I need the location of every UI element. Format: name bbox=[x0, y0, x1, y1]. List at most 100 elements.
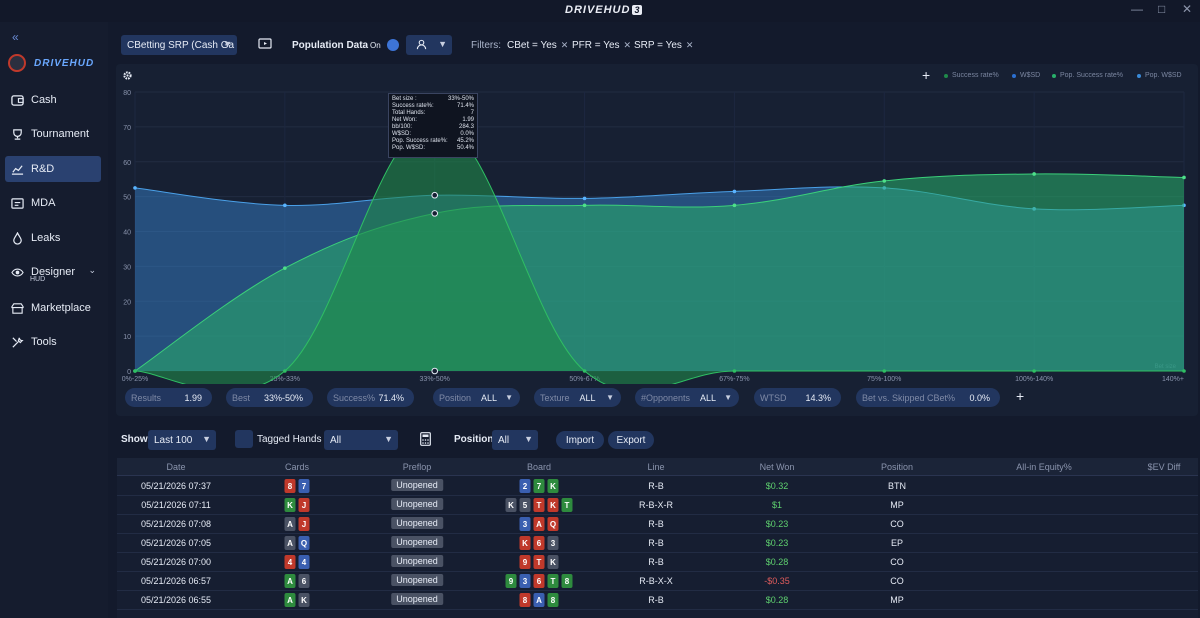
column-header[interactable]: Position bbox=[881, 462, 913, 472]
table-row[interactable]: 05/21/2026 07:00 4 4 Unopened 9 T K R-B $0.28 CO bbox=[117, 553, 1198, 572]
column-header[interactable]: Line bbox=[647, 462, 664, 472]
column-header[interactable]: Cards bbox=[285, 462, 309, 472]
filter-chip[interactable]: CBet = Yes ✕ bbox=[507, 40, 568, 51]
sidebar-item-tournament[interactable]: Tournament bbox=[5, 121, 101, 147]
preflop-badge: Unopened bbox=[391, 517, 443, 529]
card: A bbox=[284, 574, 296, 588]
hover-marker bbox=[431, 210, 439, 217]
logo-icon bbox=[8, 54, 26, 72]
net-won-cell: $0.23 bbox=[765, 538, 789, 548]
filter-chip[interactable]: PFR = Yes ✕ bbox=[572, 40, 631, 51]
hole-cards: KJ bbox=[284, 498, 310, 512]
user-icon bbox=[416, 39, 427, 50]
maximize-icon[interactable]: □ bbox=[1158, 2, 1165, 16]
data-point bbox=[582, 369, 587, 373]
line-cell: R-B bbox=[648, 557, 664, 567]
position-select[interactable]: All ▼ bbox=[492, 430, 538, 450]
tooltip-label: Bet size : bbox=[392, 96, 417, 102]
table-row[interactable]: 05/21/2026 06:57 A 6 Unopened 9 3 6 T 8 R-B-X-X -$… bbox=[117, 572, 1198, 591]
card: K bbox=[505, 498, 517, 512]
tooltip-label: Success rate%: bbox=[392, 103, 434, 109]
export-button[interactable]: Export bbox=[608, 431, 654, 449]
position-cell: CO bbox=[890, 576, 904, 586]
preflop-badge: Unopened bbox=[391, 479, 443, 491]
line-cell: R-B bbox=[648, 538, 664, 548]
minimize-icon[interactable]: — bbox=[1131, 2, 1143, 16]
tagged-hands-checkbox[interactable] bbox=[235, 430, 253, 448]
position-filter[interactable]: Position ALL ▼ bbox=[433, 388, 520, 407]
close-icon[interactable]: ✕ bbox=[624, 40, 632, 50]
chart-icon bbox=[11, 164, 24, 175]
close-icon[interactable]: ✕ bbox=[686, 40, 694, 50]
table-row[interactable]: 05/21/2026 07:05 A Q Unopened K 6 3 R-B $0.23 EP bbox=[117, 534, 1198, 553]
card: 9 bbox=[519, 555, 531, 569]
tooltip-label: Net Won: bbox=[392, 117, 417, 123]
texture-filter[interactable]: Texture ALL ▼ bbox=[534, 388, 621, 407]
chevron-down-icon: ▼ bbox=[384, 434, 393, 444]
table-row[interactable]: 05/21/2026 06:55 A K Unopened 8 A 8 R-B $0.28 MP bbox=[117, 591, 1198, 610]
column-header[interactable]: Net Won bbox=[760, 462, 795, 472]
board-cards: 9TK bbox=[519, 555, 559, 569]
sidebar-item-label: Leaks bbox=[31, 232, 61, 244]
tooltip-row: W$SD: 0.0% bbox=[392, 131, 474, 138]
column-header[interactable]: Board bbox=[527, 462, 551, 472]
import-button[interactable]: Import bbox=[556, 431, 604, 449]
data-point bbox=[283, 203, 287, 208]
data-point bbox=[1182, 175, 1186, 180]
collapse-sidebar-icon[interactable]: « bbox=[12, 30, 19, 44]
board-cards: 936T8 bbox=[505, 574, 573, 588]
video-icon[interactable] bbox=[258, 38, 272, 50]
column-header[interactable]: Preflop bbox=[403, 462, 432, 472]
sidebar-item-marketplace[interactable]: Marketplace bbox=[5, 295, 101, 321]
sidebar-item-mda[interactable]: MDA bbox=[5, 190, 101, 216]
filter-chip[interactable]: SRP = Yes ✕ bbox=[634, 40, 693, 51]
card: 8 bbox=[284, 479, 296, 493]
card: 5 bbox=[519, 498, 531, 512]
tooltip-label: Pop. W$SD: bbox=[392, 145, 426, 151]
show-select[interactable]: Last 100 ▼ bbox=[148, 430, 216, 450]
sidebar-item-cash[interactable]: Cash bbox=[5, 87, 101, 113]
card: J bbox=[298, 517, 310, 531]
column-header[interactable]: Date bbox=[166, 462, 185, 472]
hover-marker bbox=[431, 191, 439, 199]
column-header[interactable]: $EV Diff bbox=[1148, 462, 1181, 472]
sidebar-item-leaks[interactable]: Leaks bbox=[5, 225, 101, 251]
column-header[interactable]: All-in Equity% bbox=[1016, 462, 1072, 472]
table-row[interactable]: 05/21/2026 07:37 8 7 Unopened 2 7 K R-B $0.32 BTN bbox=[117, 477, 1198, 496]
x-tick-label: 0%-25% bbox=[122, 376, 148, 383]
y-tick-label: 70 bbox=[123, 125, 131, 132]
report-select[interactable]: CBetting SRP (Cash Ga ▼ bbox=[121, 35, 237, 55]
table-row[interactable]: 05/21/2026 07:08 A J Unopened 3 A Q R-B $0.23 CO bbox=[117, 515, 1198, 534]
population-toggle[interactable]: On bbox=[370, 37, 400, 53]
toggle-knob bbox=[386, 39, 399, 51]
card: 7 bbox=[533, 479, 545, 493]
sidebar-item-tools[interactable]: Tools bbox=[5, 329, 101, 355]
tagged-hands-select[interactable]: All ▼ bbox=[324, 430, 398, 450]
card: 8 bbox=[519, 593, 531, 607]
preflop-badge: Unopened bbox=[391, 555, 443, 567]
hole-cards: 87 bbox=[284, 479, 310, 493]
data-point bbox=[133, 186, 137, 190]
table-header: Date Cards Preflop Board Line Net Won Position… bbox=[117, 458, 1198, 476]
sidebar-item-designer[interactable]: Designer HUD ⌄ bbox=[5, 259, 101, 285]
date-cell: 05/21/2026 06:55 bbox=[140, 595, 212, 605]
chevron-down-icon[interactable]: ⌄ bbox=[88, 265, 96, 276]
hover-marker bbox=[431, 367, 439, 375]
line-cell: R-B-X-X bbox=[639, 576, 673, 586]
sidebar-item-rd[interactable]: R&D bbox=[5, 156, 101, 182]
table-row[interactable]: 05/21/2026 07:11 K J Unopened K 5 T K T R-B-X-R $1… bbox=[117, 496, 1198, 515]
add-stat-icon[interactable]: + bbox=[1016, 388, 1024, 404]
data-point bbox=[732, 189, 737, 194]
card: 7 bbox=[298, 479, 310, 493]
sidebar-item-label: R&D bbox=[31, 163, 55, 175]
close-icon[interactable]: ✕ bbox=[561, 40, 569, 50]
calculator-icon[interactable] bbox=[420, 432, 431, 446]
preflop-badge: Unopened bbox=[391, 593, 443, 605]
card: 2 bbox=[519, 479, 531, 493]
player-select-button[interactable]: ▼ bbox=[406, 35, 452, 55]
chart-panel: + Success rate% W$SD Pop. Success rate% … bbox=[116, 64, 1198, 416]
top-bar: CBetting SRP (Cash Ga ▼ Population Data O… bbox=[108, 22, 1200, 64]
opponents-filter[interactable]: #Opponents ALL ▼ bbox=[635, 388, 739, 407]
chevron-down-icon: ▼ bbox=[438, 39, 447, 49]
close-icon[interactable]: ✕ bbox=[1182, 2, 1192, 16]
